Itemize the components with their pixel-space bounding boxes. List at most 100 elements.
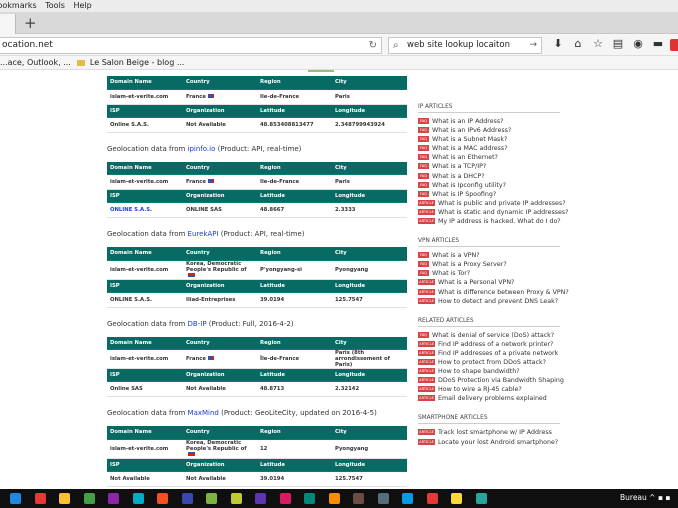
sidebar-link[interactable]: ARTICLE My IP address is hacked. What do … xyxy=(418,217,568,226)
sidebar-link[interactable]: ARTICLE How to detect and prevent DNS Lea… xyxy=(418,297,568,306)
sidebar-link[interactable]: ARTICLE What is public and private IP add… xyxy=(418,199,568,208)
badge-faq: FAQ xyxy=(418,190,429,197)
sidebar-link[interactable]: ARTICLE Find IP addresses of a private ne… xyxy=(418,349,568,358)
sidebar-link[interactable]: ARTICLE Track lost smartphone w/ IP Addre… xyxy=(418,428,568,437)
table-header-cell: Latitude xyxy=(257,189,332,203)
table-header-row: Domain Name Country Region City xyxy=(107,336,407,350)
taskbar-app-icon[interactable] xyxy=(304,493,315,504)
taskbar-app-icon[interactable] xyxy=(255,493,266,504)
sidebar-link[interactable]: ARTICLE What is difference between Proxy … xyxy=(418,288,569,297)
home-icon[interactable]: ⌂ xyxy=(568,37,588,50)
sidebar: IP ARTICLES FAQ What is an IP Address? FAQ W… xyxy=(418,104,569,459)
menu-bookmarks[interactable]: Bookmarks xyxy=(0,1,37,10)
bookmark-salon-beige[interactable]: Le Salon Beige - blog ... xyxy=(90,58,185,67)
taskbar-app-icon[interactable] xyxy=(377,493,389,504)
table-header-cell: Organization xyxy=(183,104,257,118)
sidebar-link[interactable]: ARTICLE Locate your lost Android smartpho… xyxy=(418,438,568,447)
sidebar-link[interactable]: ARTICLE Email delivery problems explained xyxy=(418,394,568,403)
sidebar-link[interactable]: FAQ What is IP Spoofing? xyxy=(418,190,568,199)
taskbar-app-icon[interactable] xyxy=(157,493,168,504)
taskbar-app-icon[interactable] xyxy=(181,493,193,504)
sidebar-link[interactable]: FAQ What is an Ethernet? xyxy=(418,153,568,162)
taskbar-app-icon[interactable] xyxy=(59,493,70,504)
geo-section-title: Geolocation data from DB-IP (Product: Fu… xyxy=(107,319,294,328)
url-bar[interactable]: ocation.net ↻ xyxy=(0,37,382,54)
sidebar-link[interactable]: FAQ What is Ipconfig utility? xyxy=(418,181,568,190)
geo-source-link[interactable]: DB-IP xyxy=(188,320,207,328)
taskbar-app-icon[interactable] xyxy=(279,493,291,504)
screenshot-icon[interactable]: ▬ xyxy=(648,37,668,50)
pocket-icon[interactable]: ◉ xyxy=(628,37,648,50)
taskbar-app-icon[interactable] xyxy=(10,493,21,504)
taskbar-app-icon[interactable] xyxy=(230,493,242,504)
taskbar-app-icon[interactable] xyxy=(353,493,364,504)
new-tab-button[interactable]: + xyxy=(24,14,37,32)
taskbar-app-icon[interactable] xyxy=(206,493,217,504)
addon-icon[interactable] xyxy=(670,39,678,51)
table-header-cell: ISP xyxy=(107,104,183,118)
bookmark-star-icon[interactable]: ☆ xyxy=(588,37,608,50)
table-cell: 39.0194 xyxy=(257,292,332,308)
badge-faq: FAQ xyxy=(418,181,429,188)
table-header-cell: Longitude xyxy=(332,458,407,472)
sidebar-link[interactable]: ARTICLE How to wire a RJ-45 cable? xyxy=(418,385,568,394)
library-icon[interactable]: ▤ xyxy=(608,37,628,50)
sidebar-link[interactable]: FAQ What is a Proxy Server? xyxy=(418,260,568,269)
sidebar-link-text: How to wire a RJ-45 cable? xyxy=(438,386,522,394)
taskbar-app-icon[interactable] xyxy=(475,493,487,504)
sidebar-link[interactable]: FAQ What is a TCP/IP? xyxy=(418,162,568,171)
table-header-row: Domain Name Country Region City xyxy=(107,76,407,90)
sidebar-link[interactable]: FAQ What is a MAC address? xyxy=(418,144,568,153)
sidebar-link[interactable]: FAQ What is a DHCP? xyxy=(418,172,568,181)
flag-kp-icon xyxy=(188,272,195,277)
table-cell: Korea, Democratic People's Republic of xyxy=(183,260,257,280)
reload-icon[interactable]: ↻ xyxy=(369,38,377,53)
table-cell: ONLINE S.A.S. xyxy=(107,202,183,218)
downloads-icon[interactable]: ⬇ xyxy=(548,37,568,50)
taskbar-app-icon[interactable] xyxy=(108,493,119,504)
table-cell: 12 xyxy=(257,439,332,459)
badge-article: ARTICLE xyxy=(418,386,435,393)
browser-tab[interactable] xyxy=(0,14,16,34)
sidebar-link[interactable]: ARTICLE DDoS Protection via Bandwidth Sha… xyxy=(418,376,568,385)
taskbar-app-icon[interactable] xyxy=(328,493,340,504)
badge-article: ARTICLE xyxy=(418,377,435,384)
geo-source-link[interactable]: MaxMind xyxy=(188,409,219,417)
table-header-cell: Latitude xyxy=(257,279,332,293)
table-cell: Paris xyxy=(332,174,407,190)
badge-faq: FAQ xyxy=(418,154,429,161)
sidebar-link[interactable]: ARTICLE What is a Personal VPN? xyxy=(418,278,568,287)
geo-table: Domain Name Country Region City islam-et-ver… xyxy=(107,161,407,218)
menu-help[interactable]: Help xyxy=(74,1,92,10)
bookmark-outlook[interactable]: ...ace, Outlook, ... xyxy=(0,58,71,67)
sidebar-link[interactable]: FAQ What is an IPv6 Address? xyxy=(418,126,568,135)
sidebar-link[interactable]: FAQ What is a Subnet Mask? xyxy=(418,135,568,144)
taskbar-app-icon[interactable] xyxy=(402,493,413,504)
search-go-icon[interactable]: → xyxy=(529,38,537,53)
badge-faq: FAQ xyxy=(418,145,429,152)
taskbar-app-icon[interactable] xyxy=(426,493,438,504)
sidebar-link[interactable]: FAQ What is Tor? xyxy=(418,269,568,278)
table-cell: Online S.A.S. xyxy=(107,117,183,133)
geo-source-link[interactable]: EurekAPI xyxy=(188,230,219,238)
sidebar-link[interactable]: FAQ What is an IP Address? xyxy=(418,117,568,126)
sidebar-link[interactable]: FAQ What is denial of service (DoS) attac… xyxy=(418,331,568,340)
sidebar-link[interactable]: ARTICLE How to shape bandwidth? xyxy=(418,367,568,376)
table-header-cell: Region xyxy=(257,426,332,440)
sidebar-link[interactable]: ARTICLE How to protect from DDoS attack? xyxy=(418,358,568,367)
sidebar-link[interactable]: ARTICLE What is static and dynamic IP add… xyxy=(418,208,569,217)
taskbar-app-icon[interactable] xyxy=(83,493,95,504)
geo-source-link[interactable]: ipinfo.io xyxy=(188,145,216,153)
search-input[interactable]: ⌕ web site lookup locaiton → xyxy=(388,37,542,54)
taskbar-app-icon[interactable] xyxy=(132,493,144,504)
sidebar-link-text: What is difference between Proxy & VPN? xyxy=(438,288,569,296)
sidebar-link[interactable]: FAQ What is a VPN? xyxy=(418,251,568,260)
table-header-cell: Latitude xyxy=(257,458,332,472)
menu-tools[interactable]: Tools xyxy=(45,1,65,10)
taskbar-app-icon[interactable] xyxy=(451,493,462,504)
table-row: Not Available Not Available 39.0194 125.754… xyxy=(107,471,407,487)
folder-icon xyxy=(77,60,86,66)
table-header-cell: Country xyxy=(183,161,257,175)
taskbar-app-icon[interactable] xyxy=(34,493,46,504)
sidebar-link[interactable]: ARTICLE Find IP address of a network prin… xyxy=(418,340,568,349)
